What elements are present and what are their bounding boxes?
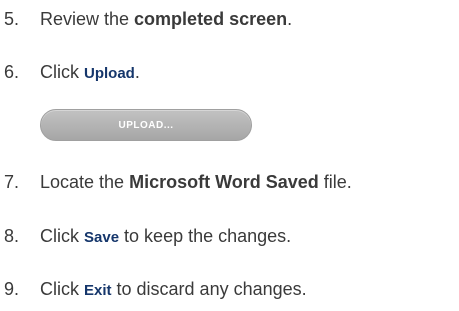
exit-ui-label: Exit bbox=[84, 282, 112, 299]
step-8: 8. Click Save to keep the changes. bbox=[4, 224, 291, 248]
step-number: 6. bbox=[4, 62, 20, 82]
step-text: Locate the bbox=[40, 172, 130, 192]
step-7: 7. Locate the Microsoft Word Saved file. bbox=[4, 170, 352, 194]
step-5: 5. Review the completed screen. bbox=[4, 7, 292, 31]
step-6: 6. Click Upload. bbox=[4, 60, 140, 84]
step-text: Click bbox=[40, 226, 84, 246]
step-text-end: . bbox=[287, 9, 293, 29]
step-text-end: to keep the changes. bbox=[119, 226, 292, 246]
upload-ui-label: Upload bbox=[84, 65, 135, 82]
step-number: 8. bbox=[4, 226, 20, 246]
step-number: 9. bbox=[4, 279, 20, 299]
step-number: 5. bbox=[4, 9, 20, 29]
microsoft-word-saved-term: Microsoft Word Saved bbox=[129, 172, 319, 192]
step-text-end: . bbox=[134, 62, 140, 82]
step-text-end: file. bbox=[318, 172, 352, 192]
save-ui-label: Save bbox=[84, 229, 120, 246]
completed-screen-term: completed screen bbox=[134, 9, 288, 29]
step-text: Click bbox=[40, 62, 84, 82]
step-number: 7. bbox=[4, 172, 20, 192]
step-text: Review the bbox=[40, 9, 135, 29]
step-text: Click bbox=[40, 279, 84, 299]
upload-button[interactable]: UPLOAD... bbox=[40, 109, 252, 141]
step-9: 9. Click Exit to discard any changes. bbox=[4, 277, 307, 301]
step-text-end: to discard any changes. bbox=[111, 279, 307, 299]
